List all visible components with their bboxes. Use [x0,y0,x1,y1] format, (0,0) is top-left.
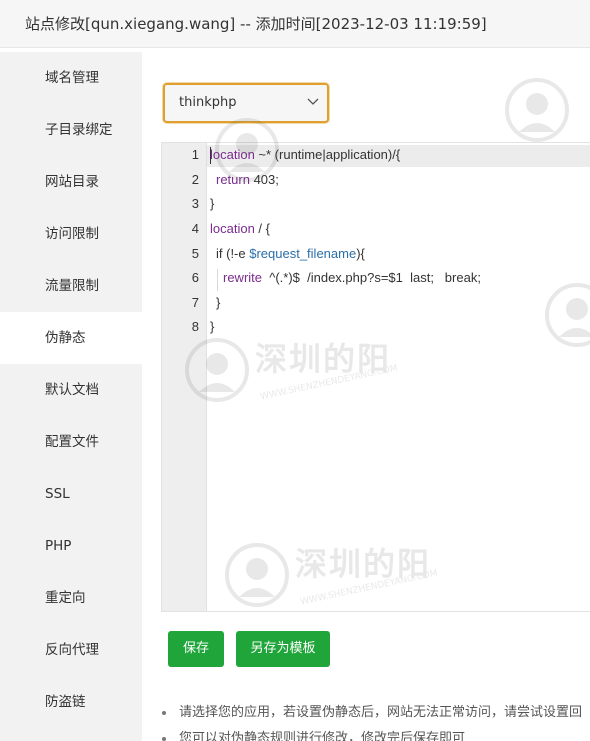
rewrite-panel: thinkphp 1 2 3 4 5 6 7 8 location ~* (ru… [142,52,590,741]
text-cursor [210,147,211,164]
line-number: 7 [191,295,199,310]
sidebar-item-php[interactable]: PHP [0,520,142,572]
sidebar-item-domain[interactable]: 域名管理 [0,52,142,104]
site-settings-sidebar: 域名管理 子目录绑定 网站目录 访问限制 流量限制 伪静态 默认文档 配置文件 … [0,52,142,741]
sidebar-item-ssl[interactable]: SSL [0,468,142,520]
line-number: 6 [191,270,199,285]
line-number: 2 [191,172,199,187]
help-tips: 请选择您的应用，若设置伪静态后，网站无法正常访问，请尝试设置回 您可以对伪静态规… [159,700,590,741]
line-number: 4 [191,221,199,236]
line-number-gutter: 1 2 3 4 5 6 7 8 [162,143,207,611]
code-line: } [210,196,215,211]
sidebar-item-subdir-binding[interactable]: 子目录绑定 [0,104,142,156]
save-as-template-button[interactable]: 另存为模板 [236,631,330,667]
tip-item: 请选择您的应用，若设置伪静态后，网站无法正常访问，请尝试设置回 [159,700,590,726]
code-line: rewrite ^(.*)$ /index.php?s=$1 last; bre… [223,270,481,285]
sidebar-item-rewrite[interactable]: 伪静态 [0,312,142,364]
sidebar-item-redirect[interactable]: 重定向 [0,572,142,624]
rewrite-template-select[interactable]: thinkphp [163,83,329,123]
sidebar-item-config-file[interactable]: 配置文件 [0,416,142,468]
sidebar-item-access-limit[interactable]: 访问限制 [0,208,142,260]
sidebar-item-site-directory[interactable]: 网站目录 [0,156,142,208]
sidebar-item-default-document[interactable]: 默认文档 [0,364,142,416]
code-line: location / { [210,221,270,236]
code-line: } [210,319,215,334]
rewrite-template-value: thinkphp [179,95,237,110]
bullet-icon [162,737,166,741]
line-number: 3 [191,196,199,211]
code-line: } [216,295,221,310]
code-line: if (!-e $request_filename){ [216,246,365,261]
indent-guide [217,269,218,291]
dialog-title: 站点修改[qun.xiegang.wang] -- 添加时间[2023-12-0… [0,0,590,48]
sidebar-item-hotlink-protection[interactable]: 防盗链 [0,676,142,728]
sidebar-item-traffic-limit[interactable]: 流量限制 [0,260,142,312]
rewrite-code-editor[interactable]: 1 2 3 4 5 6 7 8 location ~* (runtime|app… [161,142,590,612]
tip-item: 您可以对伪静态规则进行修改，修改完后保存即可 [159,726,590,741]
line-number: 1 [191,147,199,162]
line-number: 8 [191,319,199,334]
save-button[interactable]: 保存 [168,631,224,667]
sidebar-item-reverse-proxy[interactable]: 反向代理 [0,624,142,676]
code-line: return 403; [216,172,279,187]
code-line: location ~* (runtime|application)/{ [210,147,401,162]
chevron-down-icon [307,98,319,105]
line-number: 5 [191,246,199,261]
bullet-icon [162,711,166,715]
